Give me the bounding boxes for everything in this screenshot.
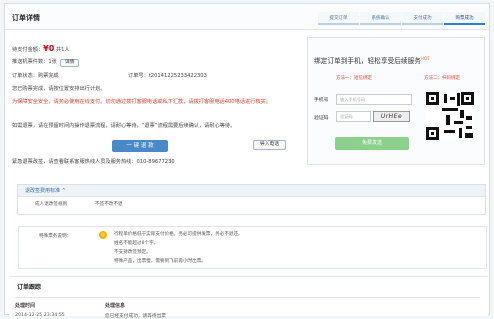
time-header: 处理时间	[15, 303, 36, 309]
order-status: 订单状态：购票完成	[12, 73, 59, 79]
qr-code-icon	[426, 92, 474, 140]
service-hotline-note: 紧急退票改签，请查看联系客服热线人员及服务热线：010-89677230	[12, 159, 175, 165]
refund-note: 如需退票，请在预留时间内操作退票流程，请耐心等待，“退票”流程需要后续确认，请耐…	[12, 123, 236, 129]
fare-rules-section: 退改签费用标准 ^ 成人退改签规则 不签不改不退	[17, 184, 486, 215]
fare-rules-header: 退改签费用标准 ^	[18, 185, 485, 197]
header: 订单详情 提交订单 系统确认 支付成功 购票成功	[5, 4, 489, 30]
step-submit[interactable]: 提交订单	[318, 12, 359, 25]
smile-icon: ☺	[99, 231, 107, 239]
security-warning: 为保障安全安全，请务必使用在线支付。切勿通过拨打客服电话或私下汇款，请拨打客服电…	[12, 99, 271, 105]
special-line-4: 特殊产品，出票慢，需要到飞前再小时出票。	[114, 259, 206, 264]
bind-phone-panel: 绑定订单到手机，轻松享受后续服务HOT 方法一：短信绑定 方法二：扫码绑定 手机…	[307, 37, 485, 165]
free-send-button[interactable]: 免费发送	[335, 137, 409, 150]
rule-label: 成人退改签规则	[35, 202, 68, 207]
info-header: 处理信息	[105, 303, 126, 309]
code-label: 验证码	[314, 116, 329, 121]
qr-bind-method: 方法二：扫码绑定	[424, 76, 460, 81]
rule-value: 不签不改不退	[95, 202, 123, 207]
ticket-tip: 您已购票完成，请按位置安排出行计划。	[12, 86, 106, 92]
special-line-1: 行程单价格低于实际支付价格，务必可提供发票，务必不退还。	[114, 232, 243, 237]
one-click-refund-button[interactable]: 一 键 退 款	[112, 140, 168, 152]
page-title: 订单详情	[12, 14, 40, 22]
phone-label: 手机号	[314, 98, 329, 103]
fare-rules-tab[interactable]: 退改签费用标准 ^	[18, 188, 66, 194]
captcha-image[interactable]: UrHEe	[373, 111, 410, 122]
phone-input[interactable]: 输入手机号码	[336, 94, 412, 105]
payment-summary: 待支付金额：¥0 共1人	[12, 44, 70, 53]
special-ticket-notes: 特殊票务说明： ☺ 行程单价格低于实际支付价格，务必可提供发票，务必不退还。 姓…	[18, 226, 487, 269]
step-paid[interactable]: 支付成功	[402, 12, 443, 25]
order-number: 订单号：t20141225233422303	[128, 73, 207, 79]
tracking-time: 2014-12-25 23:34:55	[15, 313, 65, 318]
details-button[interactable]: 详情	[59, 59, 80, 67]
order-tracking-section: 订单跟踪 处理时间 处理信息 2014-12-25 23:34:55 您已经支付…	[9, 276, 488, 319]
step-ticketed[interactable]: 购票成功	[444, 12, 485, 25]
bind-title: 绑定订单到手机，轻松享受后续服务HOT	[314, 55, 430, 65]
special-line-3: 不支持改签预定。	[114, 250, 151, 255]
tracking-info: 您已经支付成功，请等待出票	[105, 314, 166, 319]
order-detail-frame: 订单详情 提交订单 系统确认 支付成功 购票成功 待支付金额：¥0 共1人 推送…	[4, 3, 490, 319]
ticket-count: 推送机票件数：1张 详情	[12, 58, 80, 67]
tracking-table: 处理时间 处理信息 2014-12-25 23:34:55 您已经支付成功，请等…	[15, 297, 480, 319]
special-label: 特殊票务说明：	[39, 234, 72, 239]
import-phone-button[interactable]: 导入电话	[253, 140, 286, 150]
tracking-title: 订单跟踪	[17, 284, 42, 291]
special-line-2: 姓名不能超过8个字。	[114, 241, 159, 246]
order-info-panel: 待支付金额：¥0 共1人 推送机票件数：1张 详情 订单状态：购票完成 订单号：t…	[12, 35, 302, 167]
payment-amount: ¥0	[43, 44, 55, 53]
step-confirm[interactable]: 系统确认	[360, 12, 401, 25]
progress-steps: 提交订单 系统确认 支付成功 购票成功	[318, 12, 485, 25]
hot-badge: HOT	[421, 55, 430, 61]
code-input[interactable]: 验证码	[336, 111, 371, 122]
sms-bind-method: 方法一：短信绑定	[336, 76, 372, 81]
